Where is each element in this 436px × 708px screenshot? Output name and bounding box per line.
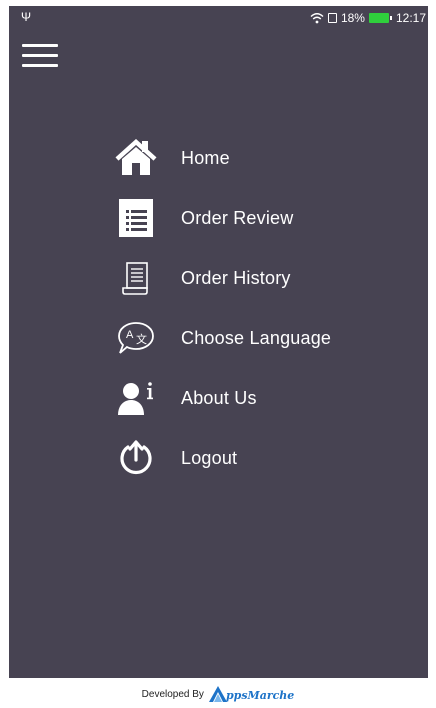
nav-item-label: Home (181, 147, 230, 168)
status-time: 12:17 (395, 11, 426, 25)
brand-triangle-icon (208, 686, 227, 702)
nav-item-label: Choose Language (181, 327, 332, 348)
nav-item-label: Order History (181, 267, 291, 288)
nav-item-about-us[interactable]: About Us (114, 368, 404, 428)
nav-menu: Home Order Review Order History A 文 Choo… (114, 128, 404, 488)
app-screen: Ψ 18% 12:17 Home Order Review Order Hist… (9, 6, 428, 678)
footer: Developed By ppsMarche (0, 680, 436, 708)
status-bar: Ψ 18% 12:17 (9, 6, 428, 30)
svg-text:A: A (126, 329, 134, 341)
svg-text:文: 文 (136, 332, 147, 346)
nav-item-label: Order Review (181, 207, 294, 228)
developed-by-label: Developed By (141, 688, 204, 700)
hamburger-line (22, 44, 58, 47)
home-icon (114, 136, 158, 180)
hamburger-menu-button[interactable] (22, 42, 58, 70)
nav-item-logout[interactable]: Logout (114, 428, 404, 488)
nav-item-label: About Us (181, 387, 257, 408)
order-history-icon (114, 256, 158, 300)
nav-item-label: Logout (181, 447, 238, 468)
battery-percent: 18% (340, 11, 365, 25)
nav-item-home[interactable]: Home (114, 128, 404, 188)
nav-item-order-history[interactable]: Order History (114, 248, 404, 308)
nav-item-order-review[interactable]: Order Review (114, 188, 404, 248)
nav-item-choose-language[interactable]: A 文 Choose Language (114, 308, 404, 368)
status-indicators: 18% 12:17 (310, 9, 426, 27)
sim-icon (327, 13, 337, 23)
battery-icon (368, 13, 392, 23)
order-review-icon (114, 196, 158, 240)
language-icon: A 文 (114, 316, 158, 360)
about-us-icon (114, 376, 158, 420)
logout-icon (114, 436, 158, 480)
appsmarche-logo[interactable]: ppsMarche (208, 685, 294, 703)
hamburger-line (22, 54, 58, 57)
brand-name: ppsMarche (225, 689, 295, 702)
wifi-icon (310, 13, 324, 24)
usb-icon: Ψ (21, 10, 32, 24)
hamburger-line (22, 64, 58, 67)
